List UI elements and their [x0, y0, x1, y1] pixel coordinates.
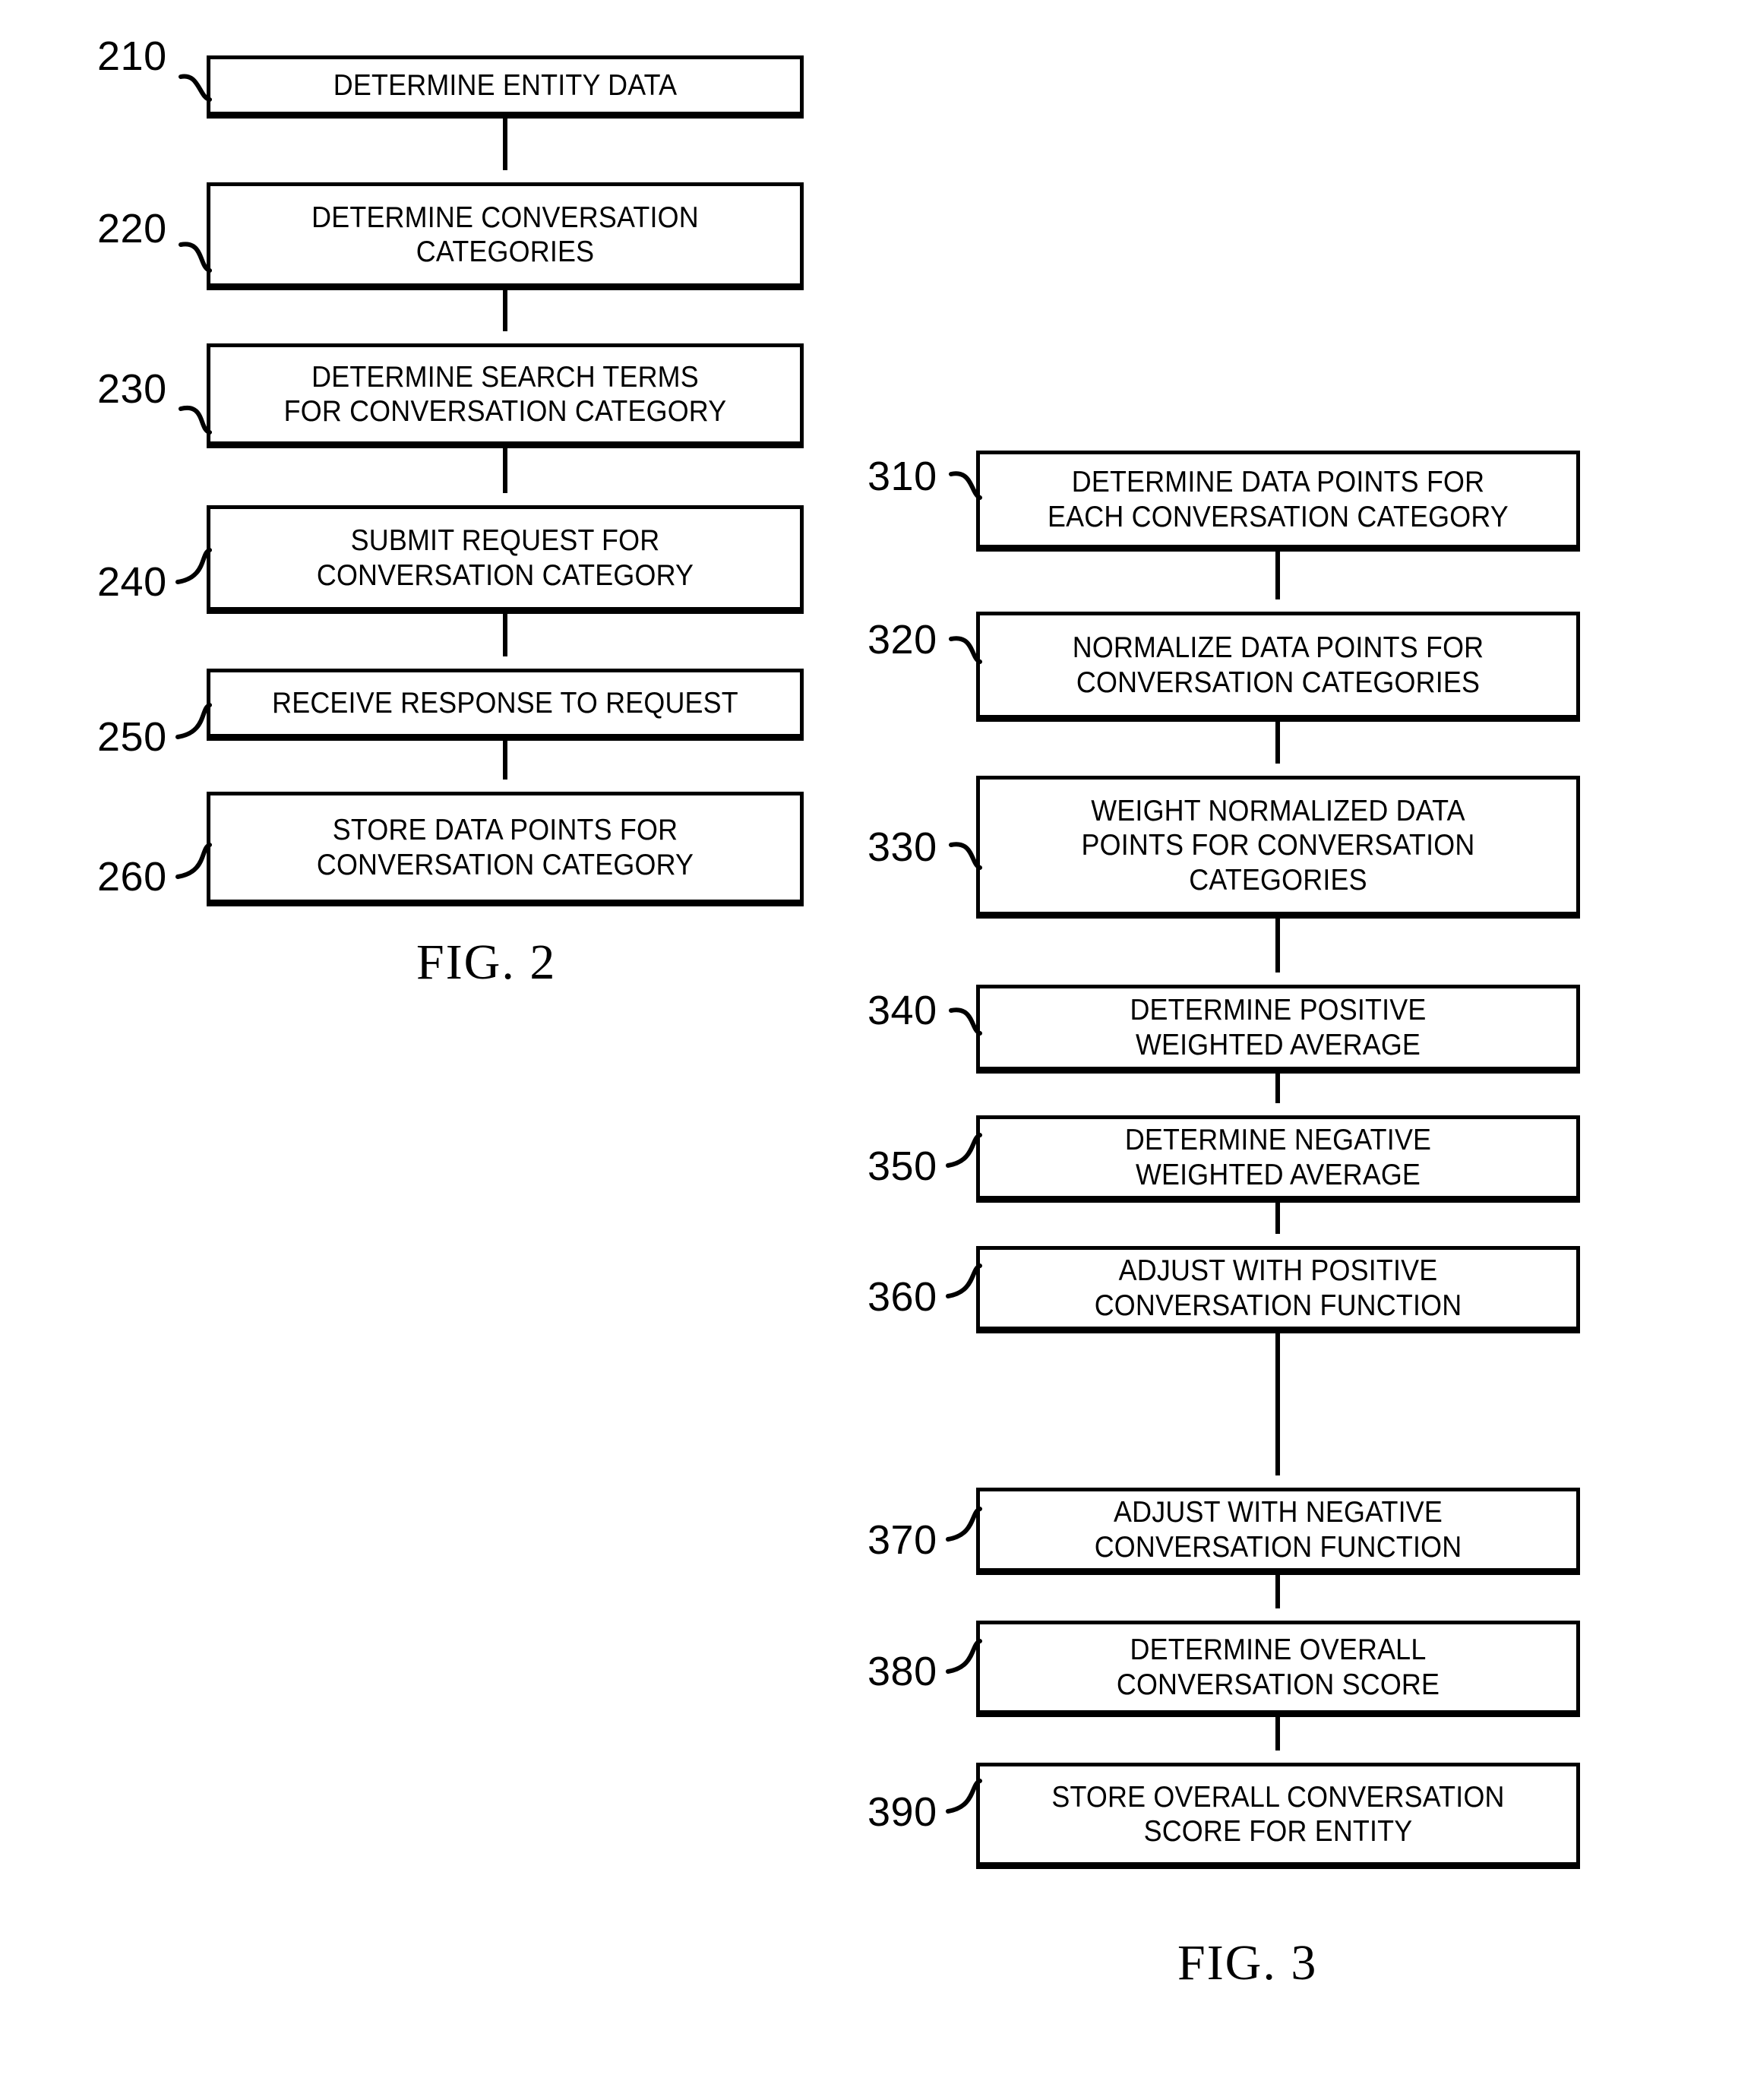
reference-numeral-210: 210 [97, 33, 167, 79]
process-box-360-label: ADJUST WITH POSITIVE CONVERSATION FUNCTI… [1094, 1254, 1462, 1322]
reference-numeral-360: 360 [868, 1274, 937, 1320]
leader-line-250 [175, 703, 212, 739]
figure-3-caption: FIG. 3 [1177, 1935, 1318, 1991]
process-box-390-label: STORE OVERALL CONVERSATION SCORE FOR ENT… [1051, 1780, 1505, 1848]
process-box-220-label: DETERMINE CONVERSATION CATEGORIES [311, 201, 699, 268]
process-box-260: STORE DATA POINTS FOR CONVERSATION CATEG… [207, 792, 804, 906]
process-box-350: DETERMINE NEGATIVE WEIGHTED AVERAGE [976, 1115, 1580, 1203]
leader-line-370 [946, 1507, 982, 1542]
drawing-sheet: DETERMINE ENTITY DATA DETERMINE CONVERSA… [0, 0, 1754, 2100]
process-box-250: RECEIVE RESPONSE TO REQUEST [207, 669, 804, 741]
leader-line-260 [175, 843, 212, 879]
reference-numeral-230: 230 [97, 366, 167, 412]
reference-numeral-250: 250 [97, 714, 167, 760]
process-box-210-label: DETERMINE ENTITY DATA [333, 68, 678, 102]
process-box-330-label: WEIGHT NORMALIZED DATA POINTS FOR CONVER… [1081, 795, 1475, 897]
leader-line-230 [179, 405, 212, 435]
process-box-390: STORE OVERALL CONVERSATION SCORE FOR ENT… [976, 1763, 1580, 1869]
process-box-260-label: STORE DATA POINTS FOR CONVERSATION CATEG… [316, 814, 694, 881]
reference-numeral-330: 330 [868, 824, 937, 870]
reference-numeral-350: 350 [868, 1143, 937, 1189]
leader-line-380 [946, 1639, 982, 1674]
leader-line-360 [946, 1263, 982, 1298]
reference-numeral-390: 390 [868, 1789, 937, 1835]
reference-numeral-220: 220 [97, 206, 167, 251]
leader-line-210 [179, 74, 212, 102]
reference-numeral-380: 380 [868, 1649, 937, 1694]
process-box-310-label: DETERMINE DATA POINTS FOR EACH CONVERSAT… [1048, 466, 1509, 533]
process-box-310: DETERMINE DATA POINTS FOR EACH CONVERSAT… [976, 451, 1580, 552]
process-box-320: NORMALIZE DATA POINTS FOR CONVERSATION C… [976, 612, 1580, 722]
process-box-350-label: DETERMINE NEGATIVE WEIGHTED AVERAGE [1124, 1124, 1432, 1191]
figure-3: DETERMINE DATA POINTS FOR EACH CONVERSAT… [858, 0, 1754, 2067]
process-box-370: ADJUST WITH NEGATIVE CONVERSATION FUNCTI… [976, 1488, 1580, 1575]
leader-line-220 [179, 242, 212, 273]
process-box-380-label: DETERMINE OVERALL CONVERSATION SCORE [1116, 1634, 1440, 1701]
process-box-370-label: ADJUST WITH NEGATIVE CONVERSATION FUNCTI… [1094, 1496, 1462, 1564]
process-box-340: DETERMINE POSITIVE WEIGHTED AVERAGE [976, 985, 1580, 1074]
leader-line-240 [175, 548, 212, 584]
figure-2: DETERMINE ENTITY DATA DETERMINE CONVERSA… [0, 0, 851, 1079]
process-box-340-label: DETERMINE POSITIVE WEIGHTED AVERAGE [1130, 994, 1427, 1061]
reference-numeral-340: 340 [868, 988, 937, 1033]
leader-line-350 [946, 1133, 982, 1168]
process-box-220: DETERMINE CONVERSATION CATEGORIES [207, 182, 804, 290]
process-box-250-label: RECEIVE RESPONSE TO REQUEST [272, 686, 738, 720]
process-box-230: DETERMINE SEARCH TERMS FOR CONVERSATION … [207, 343, 804, 448]
leader-line-390 [946, 1779, 982, 1814]
process-box-210: DETERMINE ENTITY DATA [207, 55, 804, 119]
process-box-320-label: NORMALIZE DATA POINTS FOR CONVERSATION C… [1072, 631, 1484, 699]
process-box-330: WEIGHT NORMALIZED DATA POINTS FOR CONVER… [976, 776, 1580, 919]
reference-numeral-370: 370 [868, 1517, 937, 1563]
reference-numeral-310: 310 [868, 454, 937, 499]
process-box-360: ADJUST WITH POSITIVE CONVERSATION FUNCTI… [976, 1246, 1580, 1333]
figure-2-caption: FIG. 2 [416, 935, 557, 990]
process-box-240: SUBMIT REQUEST FOR CONVERSATION CATEGORY [207, 505, 804, 614]
process-box-240-label: SUBMIT REQUEST FOR CONVERSATION CATEGORY [316, 524, 694, 592]
process-box-380: DETERMINE OVERALL CONVERSATION SCORE [976, 1621, 1580, 1717]
reference-numeral-320: 320 [868, 617, 937, 663]
reference-numeral-260: 260 [97, 854, 167, 900]
reference-numeral-240: 240 [97, 559, 167, 605]
process-box-230-label: DETERMINE SEARCH TERMS FOR CONVERSATION … [283, 360, 727, 428]
